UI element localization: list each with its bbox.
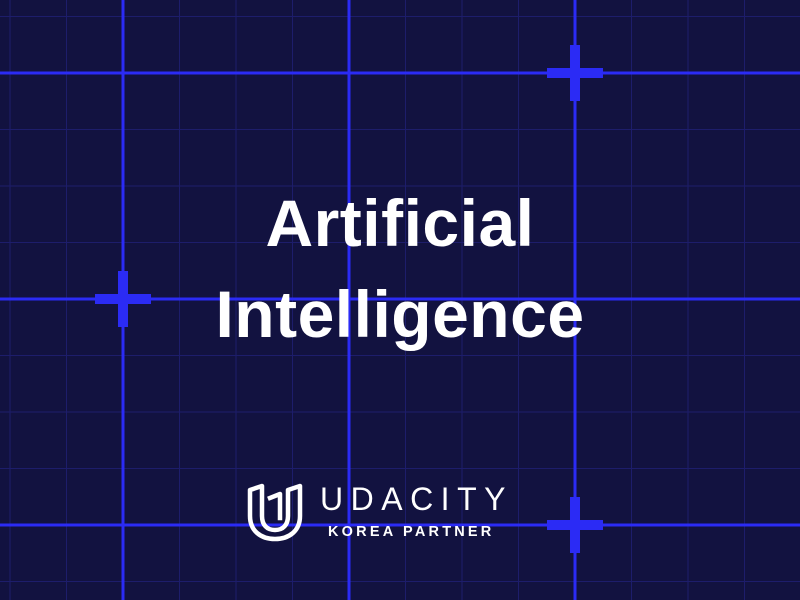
page-title-line-1: Artificial: [265, 186, 535, 260]
brand-subtitle: KOREA PARTNER: [328, 524, 495, 540]
page-title-line-2: Intelligence: [215, 277, 585, 351]
udacity-u-logo-icon: [247, 483, 303, 542]
plus-marker-vertical: [570, 45, 580, 101]
plus-marker-vertical: [570, 497, 580, 553]
brand-lockup: UDACITY KOREA PARTNER: [246, 482, 556, 546]
brand-name: UDACITY: [320, 481, 513, 517]
